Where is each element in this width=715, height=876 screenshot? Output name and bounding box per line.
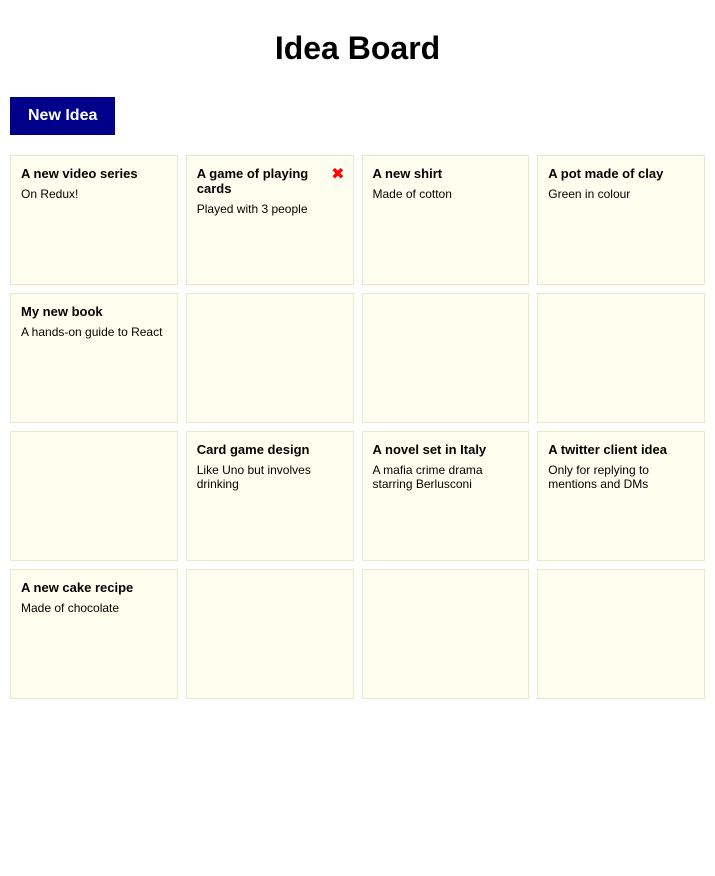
card-description: Made of chocolate: [21, 601, 167, 615]
card-14[interactable]: [186, 569, 354, 699]
card-description: A mafia crime drama starring Berlusconi: [373, 463, 519, 491]
cards-grid: A new video series On Redux! A game of pla…: [0, 155, 715, 709]
card-10[interactable]: Card game design Like Uno but involves dr…: [186, 431, 354, 561]
card-6[interactable]: [186, 293, 354, 423]
card-title: A new cake recipe: [21, 580, 167, 595]
card-description: A hands-on guide to React: [21, 325, 167, 339]
card-1[interactable]: A new video series On Redux!: [10, 155, 178, 285]
card-description: Made of cotton: [373, 187, 519, 201]
card-title: A new video series: [21, 166, 167, 181]
page-title: Idea Board: [0, 0, 715, 87]
card-7[interactable]: [362, 293, 530, 423]
card-2[interactable]: A game of playing cards Played with 3 peo…: [186, 155, 354, 285]
card-16[interactable]: [537, 569, 705, 699]
card-8[interactable]: [537, 293, 705, 423]
card-3[interactable]: A new shirt Made of cotton: [362, 155, 530, 285]
new-idea-button[interactable]: New Idea: [10, 97, 115, 135]
toolbar: New Idea: [0, 87, 715, 155]
card-11[interactable]: A novel set in Italy A mafia crime drama …: [362, 431, 530, 561]
card-description: Like Uno but involves drinking: [197, 463, 343, 491]
card-title: A pot made of clay: [548, 166, 694, 181]
card-title: A new shirt: [373, 166, 519, 181]
card-12[interactable]: A twitter client idea Only for replying t…: [537, 431, 705, 561]
card-title: A twitter client idea: [548, 442, 694, 457]
card-15[interactable]: [362, 569, 530, 699]
card-4[interactable]: A pot made of clay Green in colour: [537, 155, 705, 285]
card-5[interactable]: My new book A hands-on guide to React: [10, 293, 178, 423]
card-13[interactable]: A new cake recipe Made of chocolate: [10, 569, 178, 699]
card-description: Played with 3 people: [197, 202, 343, 216]
card-title: A game of playing cards: [197, 166, 343, 196]
card-title: A novel set in Italy: [373, 442, 519, 457]
card-title: My new book: [21, 304, 167, 319]
card-description: Only for replying to mentions and DMs: [548, 463, 694, 491]
card-9[interactable]: [10, 431, 178, 561]
cursor-icon: ✖: [331, 164, 344, 184]
card-title: Card game design: [197, 442, 343, 457]
card-description: Green in colour: [548, 187, 694, 201]
card-description: On Redux!: [21, 187, 167, 201]
